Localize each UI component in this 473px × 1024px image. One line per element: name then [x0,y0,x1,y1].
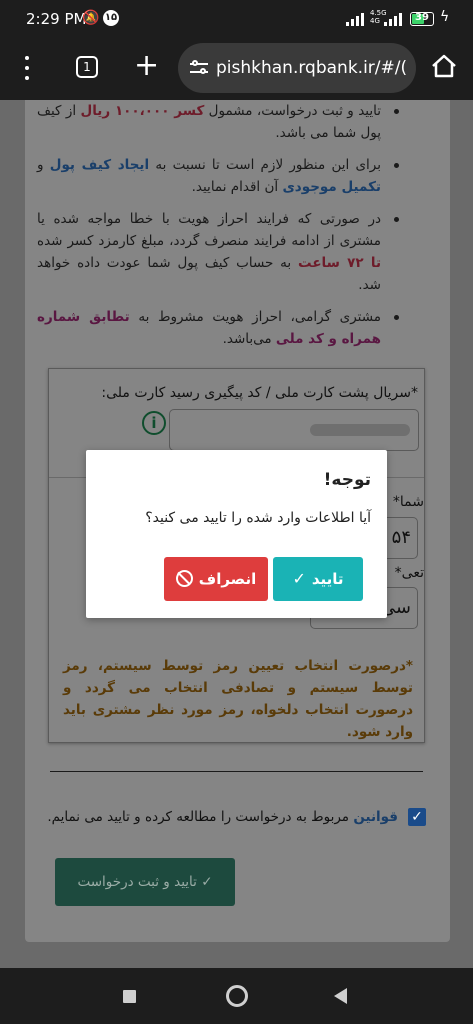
submit-request-button[interactable]: ✓ تایید و ثبت درخواست [55,858,235,906]
new-tab-icon[interactable]: + [134,48,159,84]
site-settings-icon[interactable] [190,59,208,77]
list-item: تایید و ثبت درخواست، مشمول کسر ۱۰۰،۰۰۰ ر… [37,100,407,144]
tab-switcher-button[interactable]: 1 [76,56,98,78]
divider [50,771,423,772]
dialog-message: آیا اطلاعات وارد شده را تایید می کنید؟ [145,510,371,526]
bullet-text: می‌باشد. [222,331,276,347]
top-up-link[interactable]: تکمیل موجودی [282,179,381,195]
dialog-title: توجه! [323,470,371,490]
cancel-label: انصراف [198,570,257,588]
menu-kebab-icon[interactable] [22,56,32,80]
serial-label: *سریال پشت کارت ملی / کد پیگیری رسید کار… [101,385,418,401]
list-item: در صورتی که فرایند احراز هویت با خطا موا… [37,208,407,296]
list-item: مشتری گرامی، احراز هویت مشروط به تطابق ش… [37,306,407,350]
cancel-button[interactable]: انصراف [164,557,268,601]
password-note: *درصورت انتخاب تعیین رمز توسط سیستم، رمز… [63,658,413,740]
battery-icon: 39 [410,12,434,26]
bullet-text: و [37,157,50,173]
charging-icon: ϟ [440,9,450,25]
status-bar: 2:29 PM 🔕 ۱۵ 4.5G 4G 39 ϟ [0,0,473,38]
signal-icon-secondary [384,13,406,26]
blurred-value [310,424,410,436]
signal-icon [346,13,368,26]
battery-level: 39 [415,12,429,23]
url-text: pishkhan.rqbank.ir/#/( [216,58,408,78]
bell-muted-icon: 🔕 [82,10,100,26]
recents-button[interactable] [123,990,136,1003]
check-icon: ✓ [196,874,213,890]
bullet-text: در صورتی که فرایند احراز هویت با خطا موا… [37,211,381,249]
mobile-label: *شما [392,494,424,510]
home-icon[interactable] [430,52,458,80]
address-bar[interactable]: pishkhan.rqbank.ir/#/( [178,43,416,93]
bullet-text: تایید و ثبت درخواست، مشمول [204,103,381,119]
create-wallet-link[interactable]: ایجاد کیف پول [50,157,149,173]
status-time: 2:29 PM [26,10,87,28]
submit-label: تایید و ثبت درخواست [77,874,197,890]
home-button[interactable] [226,985,248,1007]
system-nav-bar [0,968,473,1024]
notification-count-badge: ۱۵ [103,10,119,26]
confirm-dialog: توجه! آیا اطلاعات وارد شده را تایید می ک… [86,450,387,618]
rules-link[interactable]: قوانین [353,809,398,825]
back-button[interactable] [334,988,347,1004]
rules-label: مربوط به درخواست را مطالعه کرده و تایید … [47,809,354,825]
confirm-button[interactable]: تایید ✓ [273,557,363,601]
info-list: تایید و ثبت درخواست، مشمول کسر ۱۰۰،۰۰۰ ر… [37,100,407,360]
password-method-label: *تعی [394,565,424,581]
bullet-highlight: تا ۷۲ ساعت [298,255,382,271]
bullet-text: مشتری گرامی، احراز هویت مشروط به [129,309,381,325]
info-icon[interactable]: i [142,411,166,435]
rules-text: قوانین مربوط به درخواست را مطالعه کرده و… [38,806,398,828]
bullet-text: برای این منظور لازم است تا نسبت به [149,157,381,173]
serial-input[interactable] [169,409,419,451]
bullet-highlight: کسر ۱۰۰،۰۰۰ ریال [80,103,205,119]
rules-agreement: ✓ قوانین مربوط به درخواست را مطالعه کرده… [44,806,426,850]
bullet-text: آن اقدام نمایید. [191,179,283,195]
confirm-label: تایید [311,570,344,588]
list-item: برای این منظور لازم است تا نسبت به ایجاد… [37,154,407,198]
check-icon: ✓ [292,569,306,588]
ban-icon [175,570,193,587]
browser-toolbar: 1 + pishkhan.rqbank.ir/#/( [0,38,473,100]
rules-checkbox[interactable]: ✓ [408,808,426,826]
